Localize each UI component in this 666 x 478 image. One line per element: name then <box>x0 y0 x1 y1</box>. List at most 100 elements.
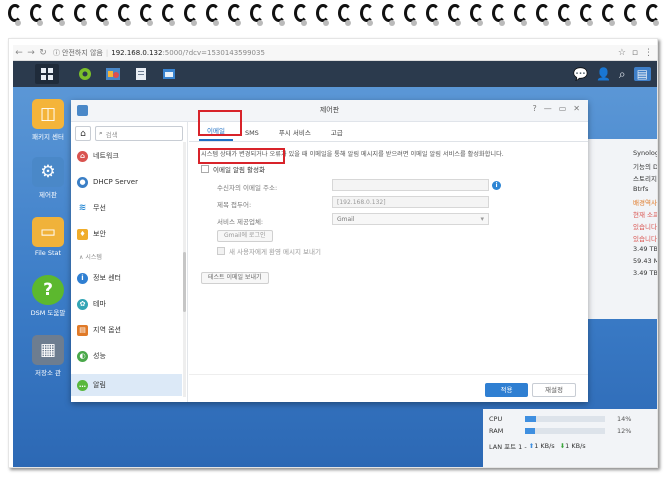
desktop-icon-label: 패키지 센터 <box>32 133 64 141</box>
sidebar-item-label: 보안 <box>93 230 106 238</box>
cpu-percent: 14% <box>617 415 632 423</box>
welcome-msg-row[interactable]: 새 사용자에게 환영 메시지 보내기 <box>217 246 321 256</box>
subject-prefix-input[interactable]: [192.168.0.132] <box>332 196 489 208</box>
provider-select[interactable]: Gmail <box>332 213 489 225</box>
info-icon[interactable]: i <box>492 181 501 190</box>
widget-line: 스토리지 <box>633 175 657 183</box>
spiral-ring <box>6 2 24 30</box>
sidebar-item-theme[interactable]: ✿ 테마 <box>77 296 183 312</box>
menu-icon[interactable]: ⋮ <box>644 48 653 58</box>
sidebar-scrollbar[interactable] <box>183 142 186 397</box>
sidebar-item-label: 성능 <box>93 352 106 360</box>
browser-toolbar: ← → ↻ ⓘ 안전하지 않음 | 192.168.0.132 :5000/?d… <box>13 45 657 61</box>
desktop-icon-package[interactable]: ◫ 패키지 센터 <box>21 99 75 141</box>
home-button[interactable]: ⌂ <box>75 126 91 141</box>
tab-push-service[interactable]: 푸시 서비스 <box>271 127 319 141</box>
address-divider: | <box>105 48 109 57</box>
widget-line: 있습니다 <box>633 235 657 243</box>
desktop-icon-storage[interactable]: ▦ 저장소 관 <box>21 335 75 377</box>
chevron-up-icon: ∧ <box>79 254 84 261</box>
ram-bar-fill <box>525 428 535 434</box>
main-menu-button[interactable] <box>35 64 59 84</box>
reset-button[interactable]: 재설정 <box>532 383 576 397</box>
taskbar-control-panel[interactable] <box>101 64 125 84</box>
spiral-ring <box>600 2 618 30</box>
close-icon[interactable]: ✕ <box>573 104 580 113</box>
star-icon[interactable]: ☆ <box>618 48 626 58</box>
shield-icon: ♦ <box>77 228 88 240</box>
ram-label: RAM <box>489 427 504 435</box>
info-icon: i <box>77 272 88 284</box>
enable-email-row[interactable]: 이메일 알림 활성화 <box>201 164 265 174</box>
taskbar-resource-monitor[interactable] <box>157 64 181 84</box>
sidebar-item-label: 알림 <box>93 381 106 389</box>
desktop-icon-control-panel[interactable]: ⚙ 제어판 <box>21 157 75 199</box>
user-icon[interactable]: 👤 <box>596 67 611 81</box>
sidebar-item-notification[interactable]: … 알림 <box>71 374 182 396</box>
scrollbar-thumb[interactable] <box>183 252 186 312</box>
sidebar-search-input[interactable]: ⌕ 검색 <box>95 126 183 141</box>
help-icon[interactable]: ? <box>532 104 536 113</box>
welcome-msg-checkbox[interactable] <box>217 247 225 255</box>
sidebar-item-network[interactable]: ⌂ 네트워크 <box>77 148 183 164</box>
widgets-icon[interactable]: ▤ <box>633 67 651 81</box>
gmail-login-button[interactable]: Gmail에 로그인 <box>217 230 273 242</box>
desktop-icon-label: 제어판 <box>39 191 57 199</box>
spiral-ring <box>116 2 134 30</box>
widget-line: 배경역사 <box>633 199 657 207</box>
maximize-icon[interactable]: ▭ <box>559 104 567 113</box>
widget-line: 현재 소프 <box>633 211 658 219</box>
test-email-button[interactable]: 테스트 이메일 보내기 <box>201 272 269 284</box>
window-footer: 적용 재설정 <box>189 374 588 402</box>
sidebar-item-label: 무선 <box>93 204 106 212</box>
taskbar-file-station[interactable] <box>129 64 153 84</box>
enable-email-checkbox[interactable] <box>201 165 209 173</box>
sidebar-item-security[interactable]: ♦ 보안 <box>77 226 183 242</box>
sidebar-item-dhcp[interactable]: ● DHCP Server <box>77 174 183 190</box>
taskbar-package-center[interactable] <box>73 64 97 84</box>
sidebar-group-system[interactable]: ∧ 시스템 <box>79 252 102 261</box>
spiral-ring <box>72 2 90 30</box>
forward-icon[interactable]: → <box>25 48 37 58</box>
extension-icon[interactable]: ▫ <box>632 48 638 58</box>
url-path: :5000/?dcv=1530143599035 <box>162 48 265 57</box>
back-icon[interactable]: ← <box>13 48 25 58</box>
tab-advanced[interactable]: 고급 <box>323 127 351 141</box>
recipient-label: 수신자의 이메일 주소: <box>217 184 278 192</box>
spiral-ring <box>578 2 596 30</box>
recipient-email-input[interactable] <box>332 179 489 191</box>
widget-line: 기능의 D <box>633 163 658 171</box>
search-icon: ⌕ <box>99 129 103 137</box>
control-panel-sidebar: ⌂ ⌕ 검색 ⌂ 네트워크 ● DHCP Server ≋ 무선 ♦ 보안 ∧ … <box>71 122 188 402</box>
chat-icon[interactable]: 💬 <box>573 67 588 81</box>
sidebar-item-label: 테마 <box>93 300 106 308</box>
dsm-taskbar: 💬 👤 ⌕ ▤ <box>13 61 657 87</box>
cpu-row: CPU 14% <box>489 415 631 423</box>
spiral-ring <box>490 2 508 30</box>
notification-settings: 이메일 SMS 푸시 서비스 고급 시스템 상태가 변경되거나 오류가 있을 때… <box>189 122 588 402</box>
control-panel-icon: ⚙ <box>32 157 64 187</box>
address-bar[interactable]: ⓘ 안전하지 않음 | 192.168.0.132 :5000/?dcv=153… <box>53 48 265 58</box>
performance-icon: ◐ <box>77 350 88 362</box>
sidebar-item-wireless[interactable]: ≋ 무선 <box>77 200 183 216</box>
spiral-ring <box>182 2 200 30</box>
search-placeholder: 검색 <box>105 130 118 139</box>
grid-icon <box>41 68 53 80</box>
storage-icon: ▦ <box>32 335 64 365</box>
spiral-ring <box>226 2 244 30</box>
spiral-ring <box>270 2 288 30</box>
highlight-box-enable-email <box>198 148 285 164</box>
sidebar-item-info-center[interactable]: i 정보 센터 <box>77 270 183 286</box>
desktop-icon-file-station[interactable]: ▭ File Stat <box>21 217 75 257</box>
sidebar-item-region[interactable]: ▤ 지역 옵션 <box>77 322 183 338</box>
window-titlebar[interactable]: 제어판 ? — ▭ ✕ <box>71 100 588 122</box>
minimize-icon[interactable]: — <box>544 104 552 113</box>
sidebar-item-performance[interactable]: ◐ 성능 <box>77 348 183 364</box>
apply-button[interactable]: 적용 <box>485 383 528 397</box>
spiral-ring <box>622 2 640 30</box>
desktop-icon-help[interactable]: ? DSM 도움말 <box>21 275 75 317</box>
reload-icon[interactable]: ↻ <box>37 48 49 58</box>
search-icon[interactable]: ⌕ <box>619 67 626 82</box>
lan-down: 1 KB/s <box>565 442 586 450</box>
resource-monitor-widget: CPU 14% RAM 12% LAN 포트 1 - ⬆ 1 KB/s ⬇ 1 … <box>483 409 657 467</box>
